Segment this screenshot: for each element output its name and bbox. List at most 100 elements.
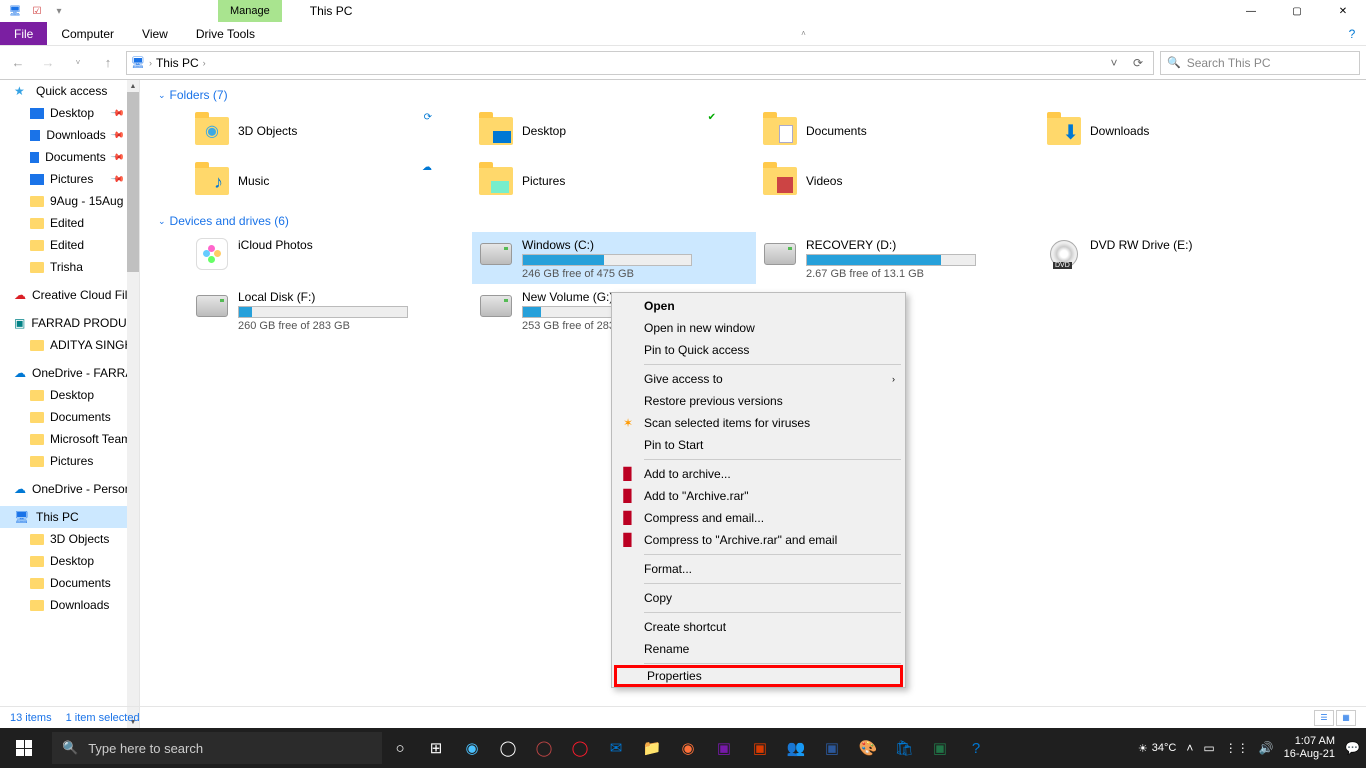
volume-icon[interactable]: 🔊 — [1259, 741, 1274, 755]
sidebar-item[interactable]: Documents📌 — [0, 146, 139, 168]
sidebar-item[interactable]: Documents — [0, 572, 139, 594]
excel-icon[interactable]: ▣ — [922, 728, 958, 768]
tiles-view-button[interactable]: ▦ — [1336, 710, 1356, 726]
teams-icon[interactable]: 👥 — [778, 728, 814, 768]
menu-item[interactable]: ✶Scan selected items for viruses — [614, 412, 903, 434]
edge-icon[interactable]: ◉ — [454, 728, 490, 768]
chrome-icon[interactable]: ◯ — [490, 728, 526, 768]
folder-item[interactable]: Desktop✔ — [472, 106, 756, 156]
battery-icon[interactable]: ▭ — [1203, 741, 1214, 755]
drive-item[interactable]: DVDDVD RW Drive (E:) — [1040, 232, 1324, 284]
folder-item[interactable]: ♪Music☁ — [188, 156, 472, 206]
sidebar-item[interactable]: Desktop — [0, 550, 139, 572]
folder-item[interactable]: ⬇Downloads — [1040, 106, 1324, 156]
folders-group-header[interactable]: ⌄ Folders (7) — [140, 80, 1366, 106]
menu-item[interactable]: Rename — [614, 638, 903, 660]
address-bar[interactable]: 🖥 › This PC › ˅ ⟳ — [126, 51, 1154, 75]
sidebar-scrollbar[interactable]: ▲ ▼ — [127, 80, 139, 728]
sidebar-item[interactable]: Desktop📌 — [0, 102, 139, 124]
manage-tab[interactable]: Manage — [218, 0, 282, 22]
properties-icon[interactable]: ☑ — [28, 2, 46, 20]
sidebar-item[interactable]: Downloads — [0, 594, 139, 616]
scrollbar-thumb[interactable] — [127, 92, 139, 272]
menu-item[interactable]: Open in new window — [614, 317, 903, 339]
mail-icon[interactable]: ✉ — [598, 728, 634, 768]
sidebar-item[interactable]: Trisha — [0, 256, 139, 278]
drive-tools-tab[interactable]: Drive Tools — [182, 22, 269, 45]
drive-item[interactable]: RECOVERY (D:)2.67 GB free of 13.1 GB — [756, 232, 1040, 284]
tray-chevron[interactable]: ˄ — [1186, 741, 1193, 755]
menu-item[interactable]: Copy — [614, 587, 903, 609]
menu-item[interactable]: Pin to Start — [614, 434, 903, 456]
folder-item[interactable]: Videos — [756, 156, 1040, 206]
folder-item[interactable]: ◉3D Objects⟳ — [188, 106, 472, 156]
drive-item[interactable]: Local Disk (F:)260 GB free of 283 GB — [188, 284, 472, 336]
collapse-ribbon-button[interactable]: ˄ — [789, 22, 817, 45]
menu-item[interactable]: ▉Compress and email... — [614, 507, 903, 529]
sidebar-item[interactable]: Edited — [0, 212, 139, 234]
recent-dropdown[interactable]: ˅ — [66, 51, 90, 75]
notifications-icon[interactable]: 💬 — [1345, 741, 1360, 755]
sidebar-item[interactable]: 9Aug - 15Aug — [0, 190, 139, 212]
sidebar-item[interactable]: ★Quick access — [0, 80, 139, 102]
menu-item[interactable]: Open — [614, 295, 903, 317]
folder-item[interactable]: Documents — [756, 106, 1040, 156]
sidebar-item[interactable]: Documents — [0, 406, 139, 428]
menu-item[interactable]: Restore previous versions — [614, 390, 903, 412]
explorer-icon[interactable]: 📁 — [634, 728, 670, 768]
onenote-icon[interactable]: ▣ — [706, 728, 742, 768]
drives-group-header[interactable]: ⌄ Devices and drives (6) — [140, 206, 1366, 232]
sidebar-item[interactable]: Downloads📌 — [0, 124, 139, 146]
menu-item[interactable]: ▉Add to archive... — [614, 463, 903, 485]
scroll-up-icon[interactable]: ▲ — [127, 80, 139, 92]
sidebar-item[interactable]: 3D Objects — [0, 528, 139, 550]
drive-item[interactable]: Windows (C:)246 GB free of 475 GB — [472, 232, 756, 284]
refresh-button[interactable]: ⟳ — [1127, 56, 1149, 70]
menu-item[interactable]: ▉Add to "Archive.rar" — [614, 485, 903, 507]
sidebar-item[interactable]: ☁OneDrive - FARRAD — [0, 362, 139, 384]
sidebar-item[interactable]: Edited — [0, 234, 139, 256]
computer-tab[interactable]: Computer — [47, 22, 128, 45]
file-tab[interactable]: File — [0, 22, 47, 45]
get-help-icon[interactable]: ? — [958, 728, 994, 768]
firefox-icon[interactable]: ◉ — [670, 728, 706, 768]
view-tab[interactable]: View — [128, 22, 182, 45]
forward-button[interactable]: → — [36, 51, 60, 75]
menu-item[interactable]: Give access to› — [614, 368, 903, 390]
menu-item[interactable]: Properties — [614, 665, 903, 687]
sidebar-item[interactable]: Pictures📌 — [0, 168, 139, 190]
menu-item[interactable]: Create shortcut — [614, 616, 903, 638]
details-view-button[interactable]: ☰ — [1314, 710, 1334, 726]
menu-item[interactable]: Format... — [614, 558, 903, 580]
opera-icon[interactable]: ◯ — [562, 728, 598, 768]
sidebar-item[interactable]: ☁Creative Cloud Files — [0, 284, 139, 306]
minimize-button[interactable]: — — [1228, 0, 1274, 22]
back-button[interactable]: ← — [6, 51, 30, 75]
folder-item[interactable]: Pictures — [472, 156, 756, 206]
clock[interactable]: 1:07 AM 16-Aug-21 — [1284, 735, 1335, 761]
menu-item[interactable]: Pin to Quick access — [614, 339, 903, 361]
maximize-button[interactable]: ▢ — [1274, 0, 1320, 22]
address-dropdown[interactable]: ˅ — [1103, 56, 1125, 70]
office-icon[interactable]: ▣ — [742, 728, 778, 768]
sidebar-item[interactable]: ☁OneDrive - Personal — [0, 478, 139, 500]
wifi-icon[interactable]: ⋮⋮ — [1225, 741, 1249, 755]
store-icon[interactable]: 🛍 — [886, 728, 922, 768]
start-button[interactable] — [0, 728, 48, 768]
breadcrumb[interactable]: This PC — [156, 56, 199, 70]
cortana-icon[interactable]: ○ — [382, 728, 418, 768]
paint-icon[interactable]: 🎨 — [850, 728, 886, 768]
opera-gx-icon[interactable]: ◯ — [526, 728, 562, 768]
up-button[interactable]: ↑ — [96, 51, 120, 75]
help-button[interactable]: ? — [1338, 22, 1366, 45]
close-button[interactable]: ✕ — [1320, 0, 1366, 22]
task-view-icon[interactable]: ⊞ — [418, 728, 454, 768]
sidebar-item[interactable]: Pictures — [0, 450, 139, 472]
sidebar-item[interactable]: ADITYA SINGH — [0, 334, 139, 356]
sidebar-item[interactable]: Microsoft Teams — [0, 428, 139, 450]
menu-item[interactable]: ▉Compress to "Archive.rar" and email — [614, 529, 903, 551]
sidebar-item[interactable]: ▣FARRAD PRODUCTIONS — [0, 312, 139, 334]
drive-item[interactable]: iCloud Photos — [188, 232, 472, 284]
weather-widget[interactable]: ☀ 34°C — [1138, 742, 1176, 755]
sidebar-item[interactable]: Desktop — [0, 384, 139, 406]
